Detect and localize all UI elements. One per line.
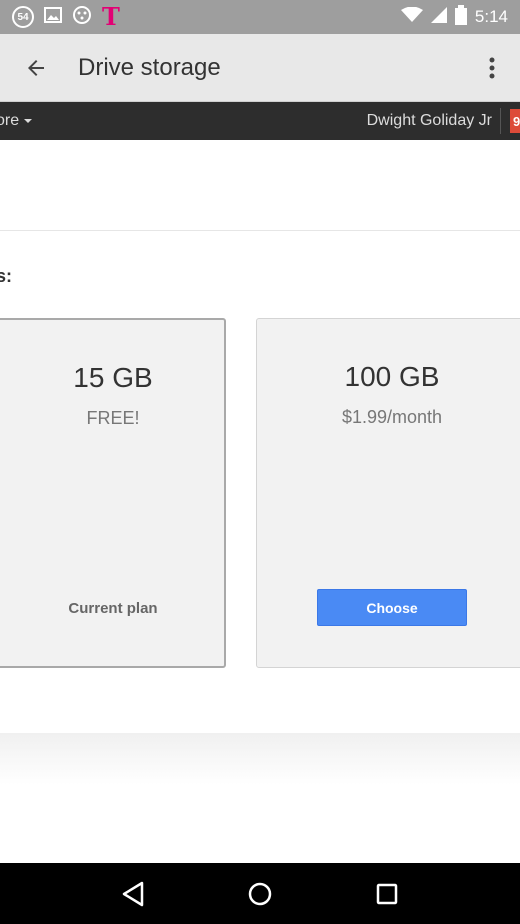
image-icon (44, 6, 62, 28)
notification-count-icon: 54 (12, 6, 34, 28)
choose-button[interactable]: Choose (317, 589, 467, 626)
tmobile-logo: T (102, 2, 120, 31)
app-bar: Drive storage (0, 34, 520, 102)
caret-down-icon (24, 119, 33, 123)
overflow-menu-icon (489, 57, 495, 78)
nav-home-button[interactable] (236, 870, 284, 918)
nav-recents-button[interactable] (363, 870, 411, 918)
back-triangle-icon (123, 881, 144, 906)
back-arrow-icon (28, 59, 44, 76)
divider (500, 108, 501, 134)
plan-size: 100 GB (344, 361, 440, 392)
status-right: 5:14 (400, 4, 520, 30)
nav-back-button[interactable] (109, 870, 157, 918)
header-section (0, 140, 520, 231)
home-circle-icon (248, 882, 272, 905)
wifi-icon (400, 6, 423, 28)
footer-section (0, 733, 520, 863)
plan-price: $1.99/month (341, 407, 443, 427)
notification-badge[interactable]: 9 (510, 109, 520, 133)
current-plan-label: Current plan (68, 600, 158, 617)
status-bar: 54 T 5:14 (0, 0, 520, 34)
more-menu[interactable]: ore (0, 112, 33, 130)
battery-icon (454, 4, 467, 30)
user-name-link[interactable]: Dwight Goliday Jr (367, 112, 492, 130)
plan-card-current: 15 GB FREE! Current plan (0, 318, 226, 668)
recents-square-icon (376, 883, 397, 904)
plan-size: 15 GB (73, 362, 153, 393)
android-icon (72, 5, 92, 30)
back-button[interactable] (8, 40, 64, 96)
google-bar: ore Dwight Goliday Jr 9 (0, 102, 520, 140)
overflow-menu-button[interactable] (468, 44, 516, 92)
plan-card-100gb: 100 GB $1.99/month Choose (256, 318, 520, 668)
status-time: 5:14 (474, 7, 508, 26)
system-nav-bar (0, 863, 520, 924)
signal-icon (430, 6, 447, 28)
section-label: s: (0, 266, 13, 286)
status-left: 54 T (0, 5, 120, 30)
screen: 54 T 5:14 Drive storage ore Dwight Golid… (0, 0, 520, 924)
plan-price: FREE! (86, 408, 140, 428)
page-title: Drive storage (78, 53, 221, 81)
more-label: ore (0, 112, 20, 129)
